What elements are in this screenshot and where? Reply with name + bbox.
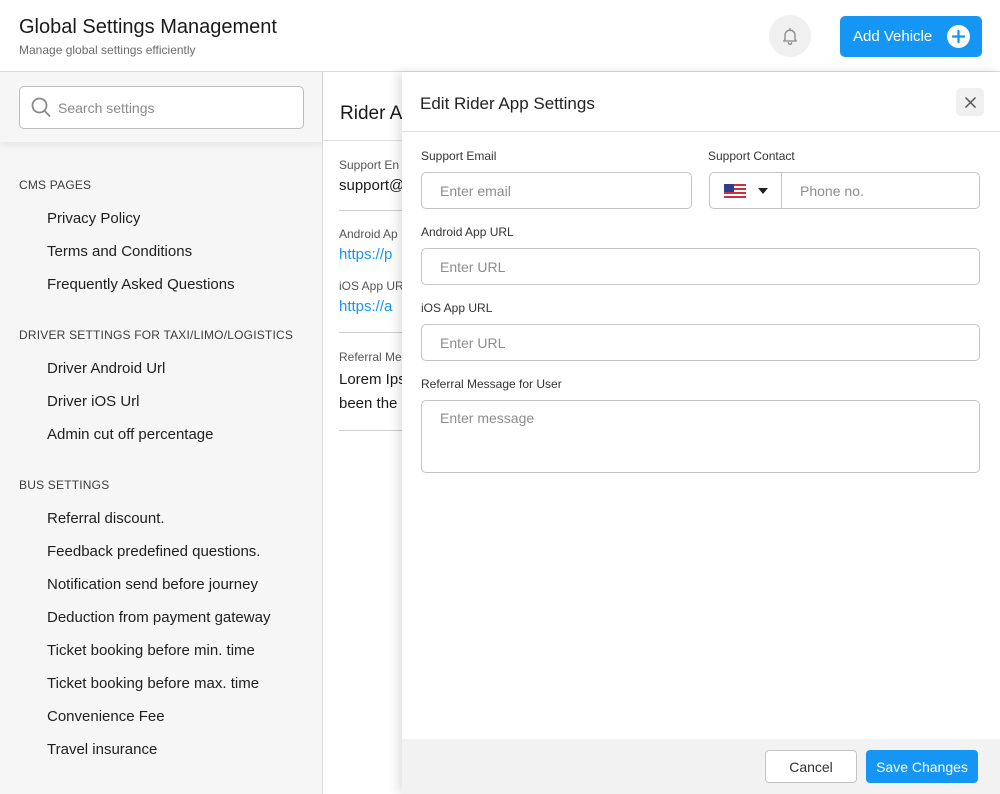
search-bar-area [0, 72, 322, 142]
page-header: Global Settings Management Manage global… [0, 0, 1000, 72]
android-url-link[interactable]: https://p [339, 246, 392, 263]
notifications-button[interactable] [769, 15, 811, 57]
search-icon [31, 97, 51, 123]
search-input[interactable] [58, 87, 298, 128]
country-code-select[interactable] [710, 173, 782, 208]
section-heading: Rider A [340, 103, 403, 124]
ios-url-label: iOS App URL [421, 301, 493, 315]
sidebar-item-admin-cut-off[interactable]: Admin cut off percentage [47, 426, 214, 443]
referral-message-line: Lorem Ips [339, 371, 406, 388]
add-vehicle-label: Add Vehicle [853, 28, 933, 45]
referral-message-label: Referral Message for User [421, 377, 562, 391]
sidebar-item-travel-insurance[interactable]: Travel insurance [47, 741, 157, 758]
android-url-label: Android App URL [421, 225, 514, 239]
referral-message-label: Referral Me [339, 350, 402, 364]
divider [323, 140, 403, 141]
panel-header: Edit Rider App Settings [402, 72, 1000, 132]
close-button[interactable] [956, 88, 984, 116]
android-url-label: Android Ap [339, 227, 398, 241]
search-box[interactable] [19, 86, 304, 129]
save-changes-button[interactable]: Save Changes [866, 750, 978, 783]
ios-url-link[interactable]: https://a [339, 298, 392, 315]
sidebar-item-driver-ios-url[interactable]: Driver iOS Url [47, 393, 140, 410]
close-icon [964, 96, 976, 108]
divider [339, 210, 409, 211]
sidebar-item-booking-max-time[interactable]: Ticket booking before max. time [47, 675, 259, 692]
section-title-bus: BUS SETTINGS [19, 478, 110, 492]
divider [339, 332, 409, 333]
ios-url-field[interactable] [421, 324, 980, 361]
support-email-field[interactable] [421, 172, 692, 209]
cancel-button[interactable]: Cancel [765, 750, 857, 783]
sidebar-item-feedback-questions[interactable]: Feedback predefined questions. [47, 543, 260, 560]
sidebar-item-booking-min-time[interactable]: Ticket booking before min. time [47, 642, 255, 659]
sidebar-item-driver-android-url[interactable]: Driver Android Url [47, 360, 165, 377]
support-contact-label: Support Contact [708, 149, 795, 163]
sidebar-item-terms[interactable]: Terms and Conditions [47, 243, 192, 260]
support-email-label: Support En [339, 158, 400, 172]
caret-down-icon [758, 187, 768, 194]
sidebar-item-deduction-payment-gateway[interactable]: Deduction from payment gateway [47, 609, 270, 626]
sidebar-item-convenience-fee[interactable]: Convenience Fee [47, 708, 165, 725]
panel-footer: Cancel Save Changes [402, 739, 1000, 794]
phone-number-field[interactable] [783, 173, 979, 208]
panel-title: Edit Rider App Settings [420, 94, 595, 113]
section-title-cms: CMS PAGES [19, 178, 92, 192]
sidebar-item-faq[interactable]: Frequently Asked Questions [47, 276, 235, 293]
edit-rider-app-settings-panel: Edit Rider App Settings Support Email Su… [402, 72, 1000, 794]
plus-icon [947, 25, 970, 48]
section-title-driver: DRIVER SETTINGS FOR TAXI/LIMO/LOGISTICS [19, 328, 294, 342]
sidebar-item-notification-before-journey[interactable]: Notification send before journey [47, 576, 258, 593]
support-contact-group [709, 172, 980, 209]
support-email-label: Support Email [421, 149, 497, 163]
add-vehicle-button[interactable]: Add Vehicle [840, 16, 982, 57]
sidebar-item-privacy-policy[interactable]: Privacy Policy [47, 210, 140, 227]
bell-icon [783, 27, 797, 45]
divider [339, 430, 409, 431]
support-email-value: support@ [339, 177, 405, 194]
referral-message-line: been the [339, 395, 398, 412]
settings-sidebar: CMS PAGES Privacy Policy Terms and Condi… [0, 72, 323, 794]
sidebar-item-referral-discount[interactable]: Referral discount. [47, 510, 165, 527]
android-url-field[interactable] [421, 248, 980, 285]
ios-url-label: iOS App UR [339, 279, 404, 293]
us-flag-icon [724, 183, 746, 198]
page-title: Global Settings Management [19, 16, 277, 38]
referral-message-field[interactable] [421, 400, 980, 473]
page-subtitle: Manage global settings efficiently [19, 43, 196, 57]
